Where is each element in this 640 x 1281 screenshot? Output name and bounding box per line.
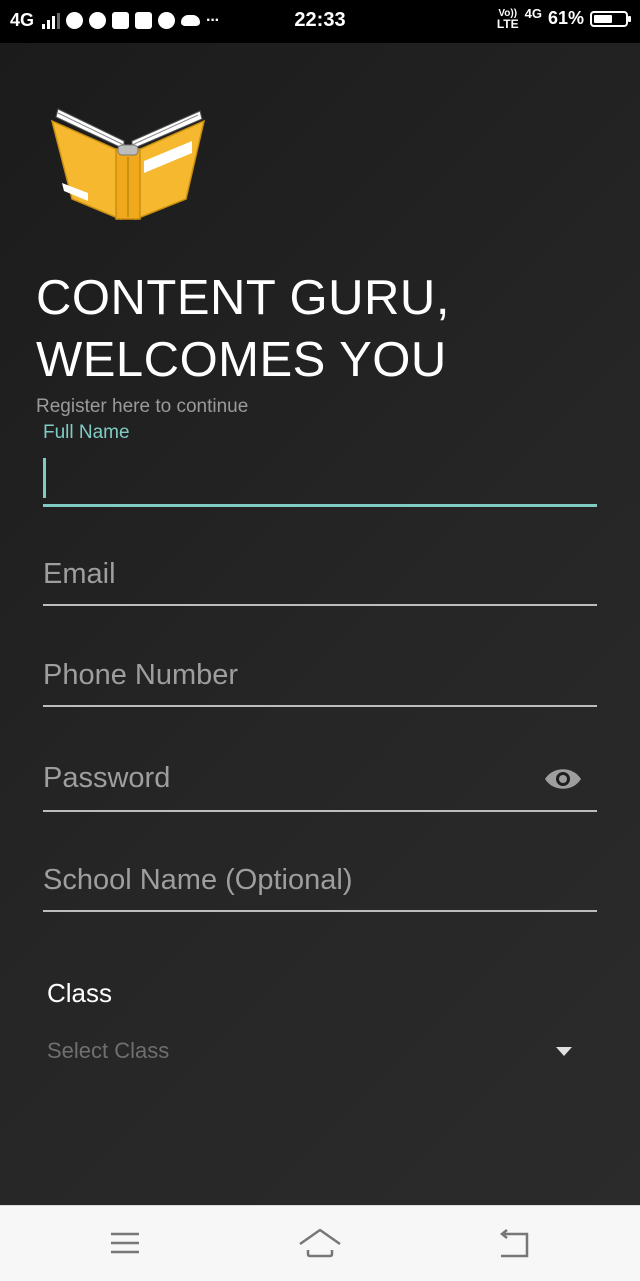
battery-percent: 61%	[547, 8, 584, 28]
phone-placeholder: Phone Number	[43, 659, 239, 691]
full-name-field[interactable]: Full Name	[43, 422, 597, 512]
volte-bottom: LTE	[496, 16, 519, 31]
dropdown-arrow-icon	[556, 1047, 572, 1056]
menu-icon[interactable]	[103, 1224, 147, 1262]
title-line-2: WELCOMES YOU	[36, 333, 447, 387]
email-field[interactable]: Email	[43, 558, 597, 608]
school-placeholder: School Name (Optional)	[43, 864, 353, 896]
title-line-1: CONTENT GURU,	[36, 271, 450, 325]
book-logo-icon	[48, 101, 208, 226]
full-name-label: Full Name	[43, 422, 130, 443]
email-underline	[43, 604, 597, 606]
full-name-underline	[43, 504, 597, 507]
class-select-dropdown[interactable]: Select Class	[47, 1038, 572, 1068]
welcome-title: CONTENT GURU, WELCOMES YOU	[36, 267, 450, 391]
volte-indicator: Vo)) LTE	[496, 8, 519, 31]
eye-icon[interactable]	[543, 766, 583, 797]
password-field[interactable]: Password	[43, 762, 597, 814]
text-cursor	[43, 458, 46, 498]
class-select-value: Select Class	[47, 1038, 170, 1063]
register-subtitle: Register here to continue	[36, 396, 249, 417]
email-placeholder: Email	[43, 558, 116, 590]
class-label: Class	[47, 978, 113, 1008]
back-icon[interactable]	[493, 1224, 537, 1262]
school-underline	[43, 910, 597, 912]
school-name-field[interactable]: School Name (Optional)	[43, 864, 597, 914]
system-nav-bar	[0, 1205, 640, 1281]
app-screen: CONTENT GURU, WELCOMES YOU Register here…	[0, 43, 640, 1205]
battery-icon	[590, 10, 631, 27]
password-underline	[43, 810, 597, 812]
phone-number-field[interactable]: Phone Number	[43, 659, 597, 709]
status-right: Vo)) LTE 4G 61%	[496, 6, 631, 31]
network-type-2: 4G	[524, 6, 542, 21]
home-icon[interactable]	[298, 1224, 342, 1262]
password-placeholder: Password	[43, 762, 171, 794]
status-bar: 4G ··· 22:33 Vo)) LTE 4G 61%	[0, 0, 640, 43]
phone-underline	[43, 705, 597, 707]
